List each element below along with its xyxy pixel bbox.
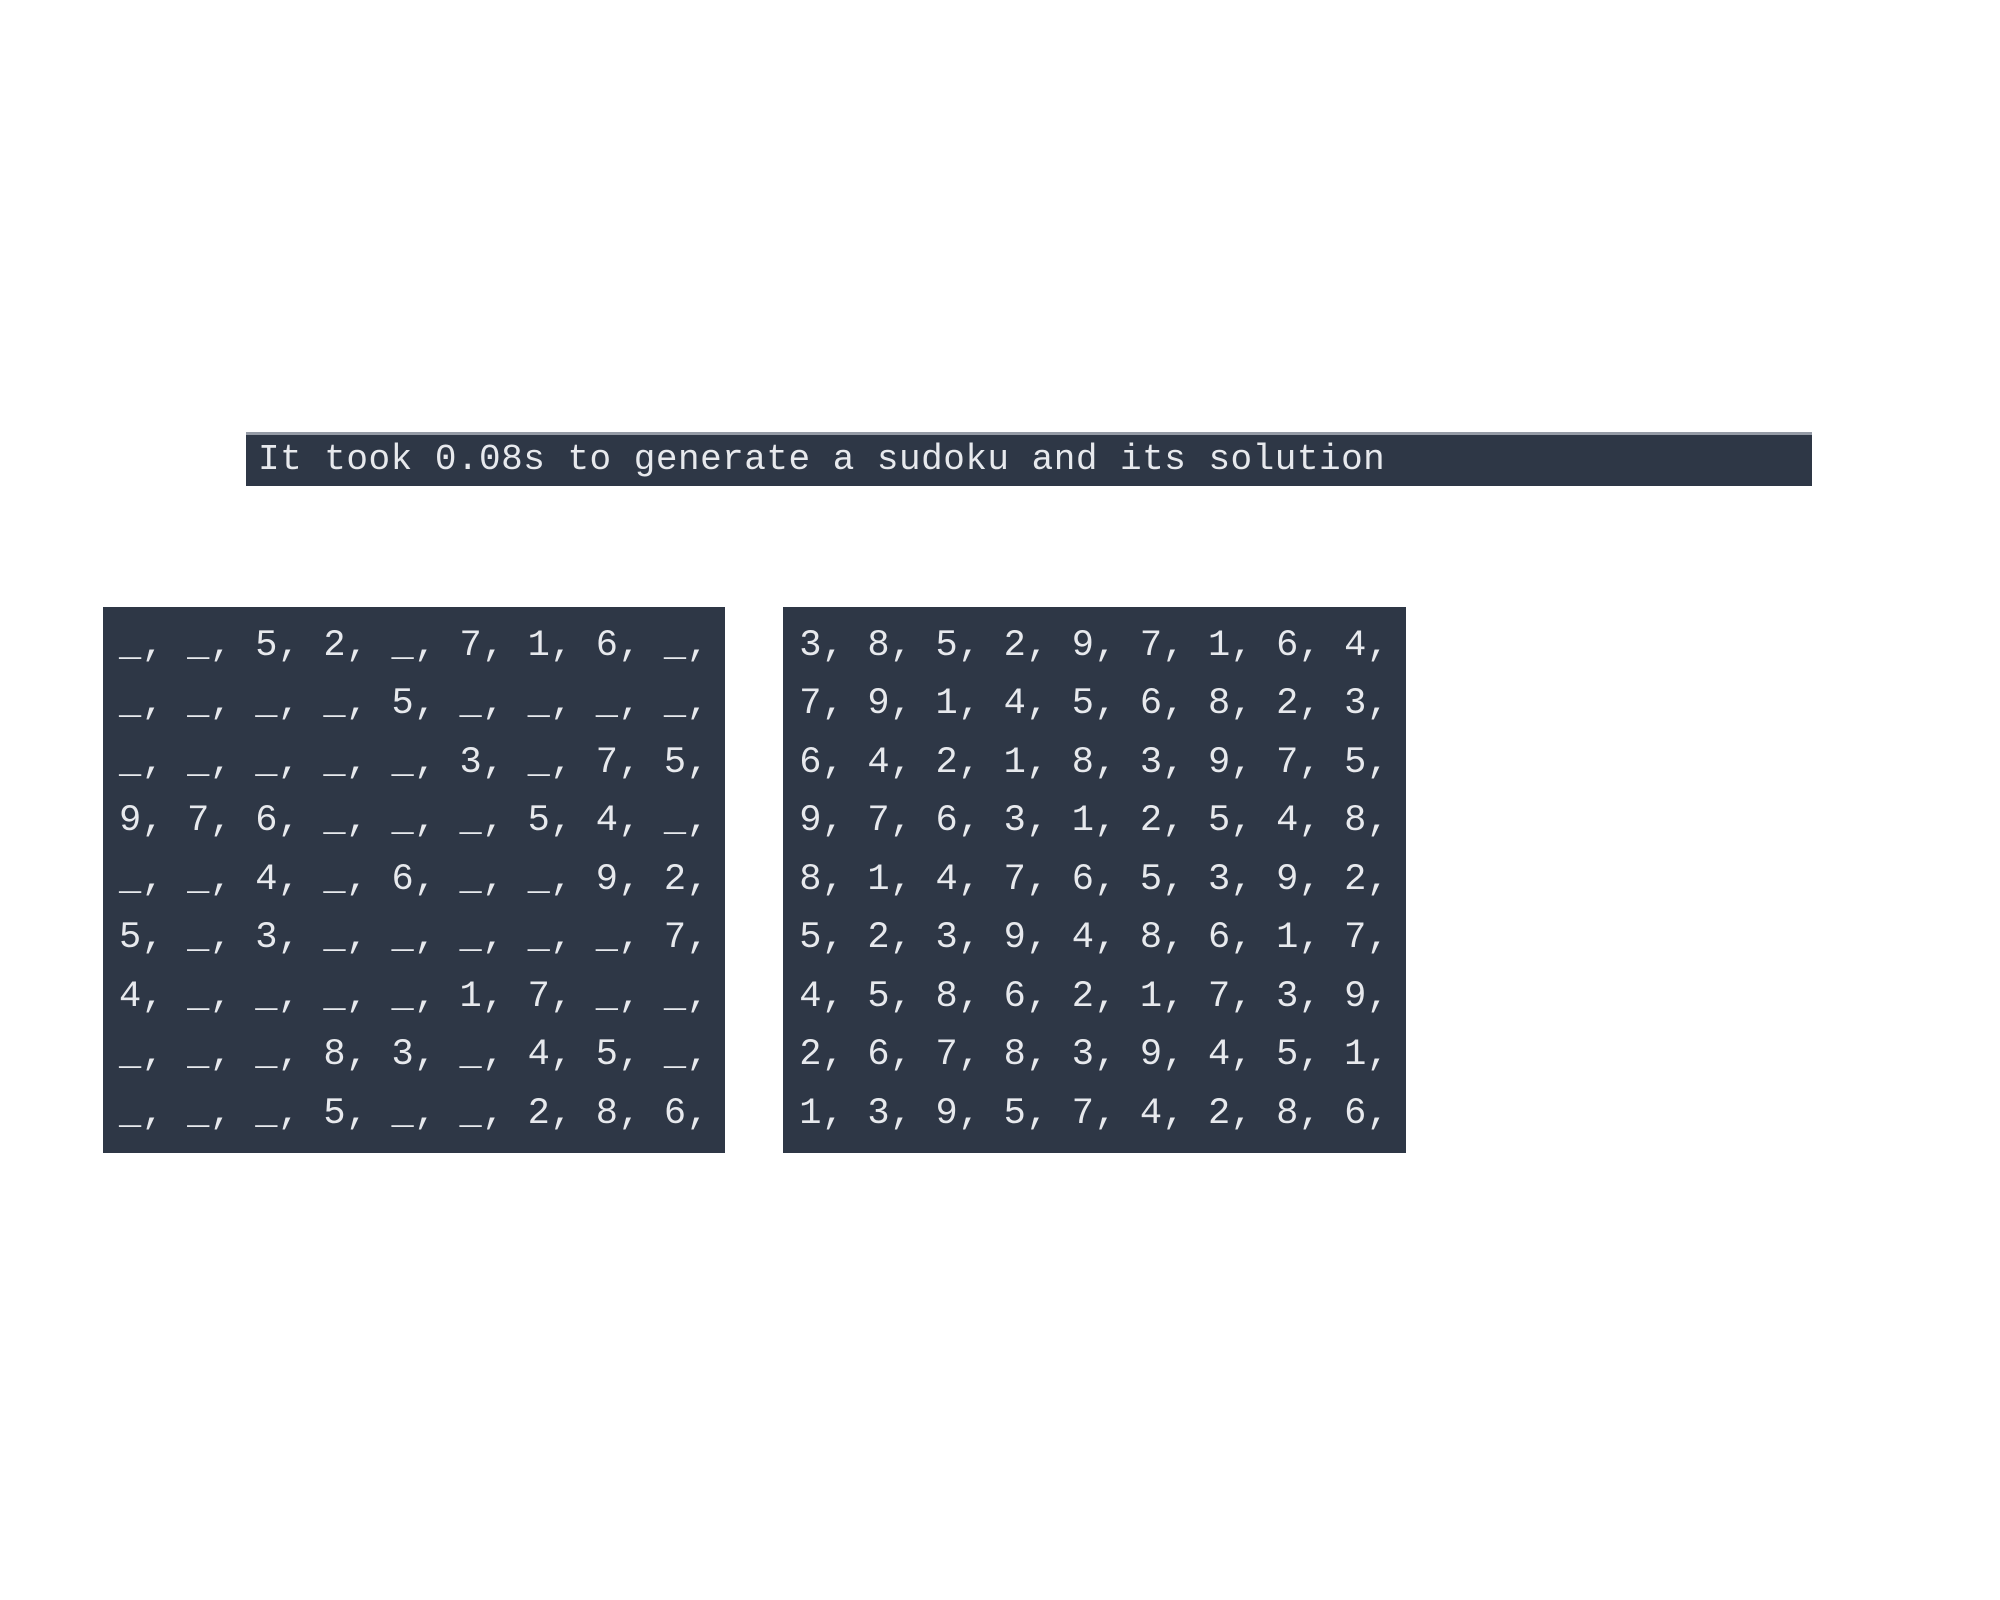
sudoku-solution-output: 3, 8, 5, 2, 9, 7, 1, 6, 4, 7, 9, 1, 4, 5… — [780, 604, 1408, 1156]
status-text: It took 0.08s to generate a sudoku and i… — [258, 439, 1385, 480]
grids-container: _, _, 5, 2, _, 7, 1, 6, _, _, _, _, _, 5… — [100, 604, 1409, 1156]
status-banner: It took 0.08s to generate a sudoku and i… — [246, 432, 1812, 486]
sudoku-puzzle-output: _, _, 5, 2, _, 7, 1, 6, _, _, _, _, _, 5… — [100, 604, 728, 1156]
